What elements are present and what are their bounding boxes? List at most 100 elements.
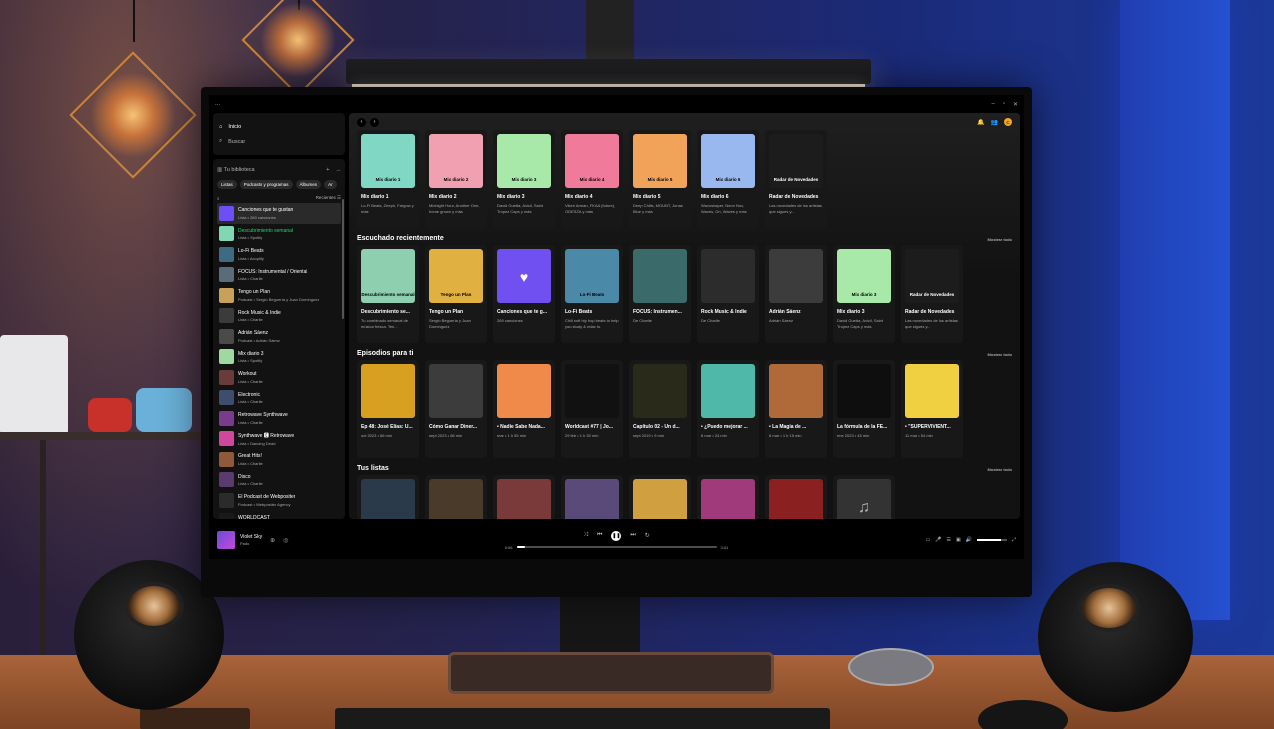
library-item[interactable]: Disco Lista • Charlie (217, 470, 341, 491)
playlist-card[interactable] (561, 475, 623, 519)
mix-card[interactable]: Mix diario 4 Mix diario 4 Viken Arman, FKA… (561, 130, 623, 228)
episode-card[interactable]: Worldcast #77 | Jo... 29 feb • 1 h 30 min (561, 360, 623, 458)
mix-cover: Mix diario 3 (497, 134, 551, 188)
mix-card[interactable]: Mix diario 1 Mix diario 1 Lo-Fi Beats, Zee… (357, 130, 419, 228)
playlist-card[interactable] (493, 475, 555, 519)
forward-button[interactable]: › (370, 117, 379, 127)
library-item[interactable]: Canciones que te gustan Lista • 269 canci… (217, 203, 341, 224)
back-button[interactable]: ‹ (357, 117, 366, 127)
show-all-episodes[interactable]: Mostrar todo (988, 352, 1012, 357)
bell-icon[interactable]: 🔔 (977, 119, 984, 126)
episode-card[interactable]: La fórmula de la FE... ene 2023 • 45 min (833, 360, 895, 458)
episode-card[interactable]: • La Magia de ... 8 mar • 1 h 15 min (765, 360, 827, 458)
playlist-card[interactable] (697, 475, 759, 519)
library-item[interactable]: Rock Music & Indie Lista • Charlie (217, 306, 341, 327)
lyrics-icon[interactable]: 🎤 (935, 537, 941, 543)
filter-chip-podcasts[interactable]: Podcasts y programas (239, 180, 293, 189)
episode-card[interactable]: • "SUPERVIVIENT... 11 mar • 54 min (901, 360, 963, 458)
library-item-text: Lo-Fi Beats Lista • Acoplify (238, 248, 264, 261)
speaker-cone (124, 582, 184, 630)
close-button[interactable]: ✕ (1013, 101, 1018, 108)
library-scrollbar[interactable] (342, 199, 344, 319)
pip-icon[interactable]: ◎ (283, 537, 288, 544)
progress-bar[interactable] (516, 546, 717, 548)
mix-card[interactable]: Mix diario 2 Mix diario 2 Midnight Hour, A… (425, 130, 487, 228)
nav-search[interactable]: ⌕ Buscar (219, 134, 339, 149)
now-playing-view-icon[interactable]: ▭ (926, 537, 931, 543)
add-icon[interactable]: + (326, 167, 329, 173)
friends-icon[interactable]: 👥 (991, 119, 998, 126)
volume-icon[interactable]: 🔊 (966, 537, 972, 543)
next-icon[interactable]: ⏭ (630, 532, 635, 539)
library-item[interactable]: Descubrimiento semanal Lista • Spotify (217, 224, 341, 245)
playlist-card[interactable] (765, 475, 827, 519)
fullscreen-icon[interactable]: ⤢ (1012, 537, 1016, 543)
playlist-card[interactable] (629, 475, 691, 519)
episode-card[interactable]: Cómo Ganar Diner... sept 2023 • 68 min (425, 360, 487, 458)
library-item[interactable]: Great Hits! Lista • Charlie (217, 449, 341, 470)
library-item[interactable]: Workout Lista • Charlie (217, 367, 341, 388)
previous-icon[interactable]: ⏮ (597, 532, 602, 539)
device-icon[interactable]: ▣ (956, 537, 961, 543)
playlist-card[interactable] (357, 475, 419, 519)
progress-fill (516, 546, 525, 548)
library-item[interactable]: Lo-Fi Beats Lista • Acoplify (217, 244, 341, 265)
show-all-lists[interactable]: Mostrar todo (988, 467, 1012, 472)
mix-card[interactable]: Mix diario 6 Mix diario 6 Wavoshaper, Neon… (697, 130, 759, 228)
library-item[interactable]: Electronic Lista • Charlie (217, 388, 341, 409)
avatar[interactable]: C (1004, 118, 1012, 126)
recent-card[interactable]: Mix diario 3 Mix diario 3 David Guetta, Av… (833, 245, 895, 343)
expand-icon[interactable]: → (336, 167, 342, 173)
add-to-library-icon[interactable]: ⊕ (270, 537, 275, 544)
menu-button[interactable]: ... (215, 101, 220, 107)
library-item[interactable]: Mix diario 3 Lista • Spotify (217, 347, 341, 368)
mix-card[interactable]: Radar de Novedades Radar de Novedades Las … (765, 130, 827, 228)
mix-card[interactable]: Mix diario 3 Mix diario 3 David Guetta, Av… (493, 130, 555, 228)
pause-button[interactable]: ❚❚ (611, 530, 622, 541)
playlist-card[interactable]: ♫ (833, 475, 895, 519)
recent-card[interactable]: ♥ Canciones que te g... 269 canciones (493, 245, 555, 343)
episode-card[interactable]: • ¿Puedo mejorar ... 8 mar • 24 min (697, 360, 759, 458)
now-playing-cover[interactable] (217, 531, 235, 549)
lists-title[interactable]: Tus listas (357, 465, 389, 472)
playlist-cover (361, 479, 415, 519)
recent-card[interactable]: Rock Music & Indie De Charlie (697, 245, 759, 343)
sort-button[interactable]: Recientes ☰ (316, 195, 341, 201)
recent-card[interactable]: Lo-Fi Beats Lo-Fi Beats Chill soft hip hop… (561, 245, 623, 343)
library-item[interactable]: WORLDCASTPodcast • WORLDCAST (217, 511, 341, 519)
library-button[interactable]: ▥ Tu biblioteca (217, 167, 255, 173)
shuffle-icon[interactable]: ⤨ (583, 532, 588, 539)
library-item[interactable]: Tengo un Plan Podcast • Sergio Beguería y… (217, 285, 341, 306)
nav-home[interactable]: ⌂ Inicio (219, 119, 339, 134)
library-search-icon[interactable]: ⌕ (217, 196, 220, 201)
repeat-icon[interactable]: ↻ (645, 532, 650, 539)
now-playing-artist[interactable]: Pado (240, 541, 262, 546)
library-item[interactable]: FOCUS: Instrumental / Oriental Lista • Ch… (217, 265, 341, 286)
recent-card[interactable]: Adrián Sáenz Adrián Sáenz (765, 245, 827, 343)
filter-chip-lists[interactable]: Listas (217, 180, 237, 189)
recent-card[interactable]: Descubrimiento semanal Descubrimiento se.… (357, 245, 419, 343)
episode-card[interactable]: Capítulo 02 - Un d... sept 2019 • 9 min (629, 360, 691, 458)
recent-title[interactable]: Escuchado recientemente (357, 235, 444, 242)
library-item[interactable]: Adrián Sáenz Podcast • Adrián Sáenz (217, 326, 341, 347)
recent-card[interactable]: FOCUS: Instrumen... De Charlie (629, 245, 691, 343)
library-item[interactable]: Retrowave Synthwave Lista • Charlie (217, 408, 341, 429)
recent-card[interactable]: Tengo un Plan Tengo un Plan Sergio Beguerí… (425, 245, 487, 343)
show-all-recent[interactable]: Mostrar todo (988, 237, 1012, 242)
recent-card[interactable]: Radar de Novedades Radar de Novedades Las … (901, 245, 963, 343)
recent-cover-label: ♥ (519, 269, 529, 285)
episode-card[interactable]: Ep 48: José Elías: U... oct 2023 • 66 min (357, 360, 419, 458)
queue-icon[interactable]: ☰ (947, 537, 951, 543)
maximize-button[interactable]: ▫ (1003, 101, 1005, 108)
library-item[interactable]: Synthwave 🅴 Retrowave Lista • Dancing Dea… (217, 429, 341, 450)
episode-card[interactable]: • Nadie Sabe Nada... mar • 1 h 55 min (493, 360, 555, 458)
library-item[interactable]: El Podcast de Webpositer Podcast • Webpos… (217, 490, 341, 511)
episodes-title[interactable]: Episodios para ti (357, 350, 413, 357)
now-playing-title[interactable]: Violet Sky (240, 534, 262, 540)
minimize-button[interactable]: – (991, 101, 994, 108)
volume-slider[interactable] (976, 539, 1007, 541)
filter-chip-albums[interactable]: Álbumes (295, 180, 322, 189)
mix-card[interactable]: Mix diario 5 Mix diario 5 Deep Chills, MOU… (629, 130, 691, 228)
playlist-card[interactable] (425, 475, 487, 519)
filter-chip-artists[interactable]: Ar (324, 180, 337, 189)
